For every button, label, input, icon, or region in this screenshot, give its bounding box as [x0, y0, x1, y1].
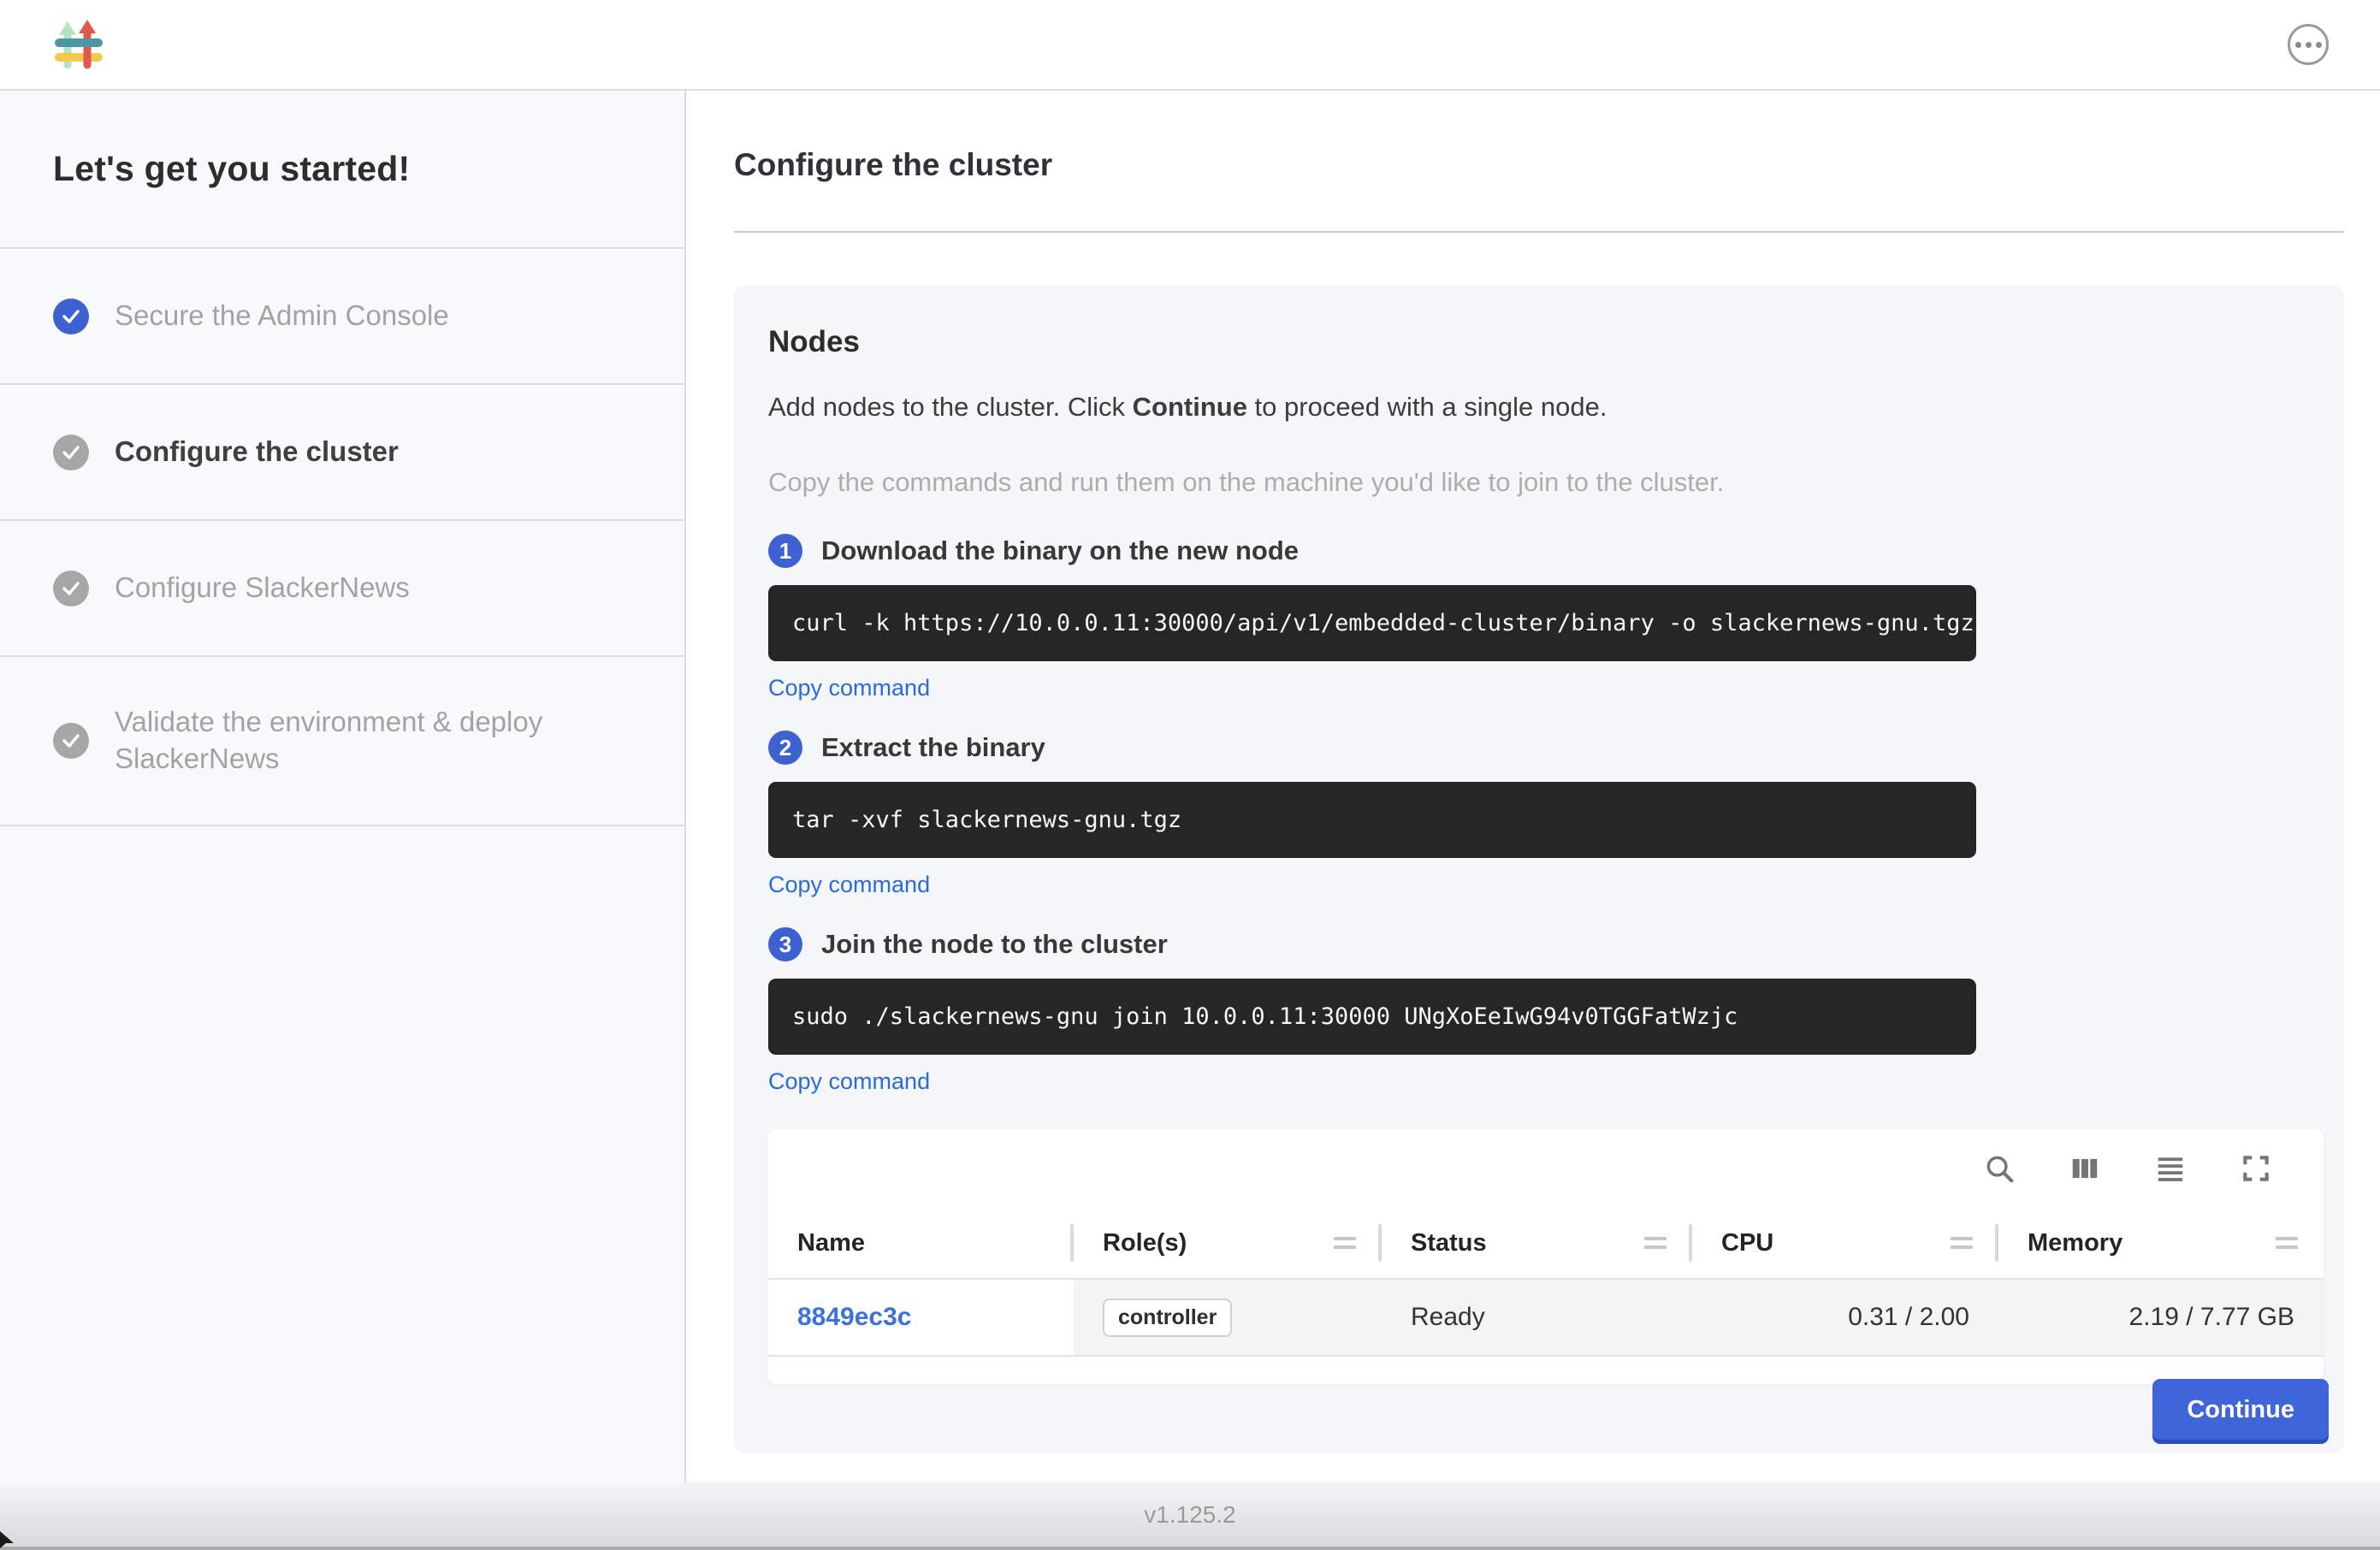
- check-circle-icon: [53, 299, 89, 334]
- content-area: Let's get you started! Secure the Admin …: [0, 91, 2380, 1482]
- command-step-2-header: 2 Extract the binary: [768, 731, 2310, 765]
- slackernews-logo-icon: [53, 19, 104, 70]
- command-box-join[interactable]: sudo ./slackernews-gnu join 10.0.0.11:30…: [768, 979, 1976, 1055]
- node-roles-cell: controller: [1074, 1280, 1382, 1355]
- command-step-title: Extract the binary: [821, 732, 1045, 763]
- step-number-badge: 3: [768, 927, 802, 961]
- sidebar-header: Let's get you started!: [0, 91, 684, 249]
- copy-command-link[interactable]: Copy command: [768, 872, 930, 898]
- status-value: Ready: [1411, 1303, 1485, 1332]
- role-chip: controller: [1103, 1299, 1232, 1337]
- nodes-intro-text: Add nodes to the cluster. Click Continue…: [768, 392, 2310, 423]
- setup-steps-sidebar: Let's get you started! Secure the Admin …: [0, 91, 686, 1482]
- column-menu-icon[interactable]: [2276, 1237, 2298, 1249]
- sidebar-item-secure-admin-console[interactable]: Secure the Admin Console: [0, 249, 684, 385]
- page-title: Configure the cluster: [734, 147, 2344, 183]
- node-memory-cell: 2.19 / 7.77 GB: [1998, 1280, 2324, 1355]
- table-row: 8849ec3c controller Ready 0.31 / 2.00 2.…: [768, 1278, 2324, 1357]
- continue-button[interactable]: Continue: [2152, 1379, 2329, 1440]
- table-footer-spacer: [768, 1357, 2324, 1384]
- column-menu-icon[interactable]: [1334, 1237, 1356, 1249]
- table-toolbar: [768, 1129, 2324, 1208]
- check-circle-icon: [53, 723, 89, 759]
- main-panel: Configure the cluster Nodes Add nodes to…: [686, 91, 2380, 1482]
- nodes-table-panel: Name Role(s) Status CPU: [768, 1129, 2324, 1384]
- column-menu-icon[interactable]: [1951, 1237, 1973, 1249]
- sidebar-item-label: Configure the cluster: [115, 434, 399, 470]
- copy-commands-hint: Copy the commands and run them on the ma…: [768, 467, 2310, 498]
- sidebar-title: Let's get you started!: [53, 149, 410, 189]
- sidebar-item-label: Configure SlackerNews: [115, 570, 410, 606]
- sidebar-item-configure-cluster[interactable]: Configure the cluster: [0, 385, 684, 521]
- column-header-name[interactable]: Name: [768, 1208, 1074, 1278]
- node-cpu-cell: 0.31 / 2.00: [1692, 1280, 1998, 1355]
- ellipsis-menu-button[interactable]: [2288, 24, 2329, 65]
- node-name-link[interactable]: 8849ec3c: [797, 1303, 911, 1332]
- copy-command-link[interactable]: Copy command: [768, 1068, 930, 1095]
- fullscreen-icon[interactable]: [2240, 1152, 2272, 1185]
- command-step-3-header: 3 Join the node to the cluster: [768, 927, 2310, 961]
- sidebar-item-label: Secure the Admin Console: [115, 298, 449, 334]
- nodes-card-title: Nodes: [768, 325, 2310, 359]
- column-menu-icon[interactable]: [1644, 1237, 1667, 1249]
- column-header-cpu[interactable]: CPU: [1692, 1208, 1998, 1278]
- search-icon[interactable]: [1983, 1152, 2016, 1185]
- check-circle-icon: [53, 435, 89, 470]
- sidebar-item-label: Validate the environment & deploy Slacke…: [115, 704, 594, 778]
- nodes-card: Nodes Add nodes to the cluster. Click Co…: [734, 286, 2344, 1453]
- memory-value: 2.19 / 7.77 GB: [2129, 1303, 2294, 1332]
- density-icon[interactable]: [2154, 1152, 2187, 1185]
- column-header-memory[interactable]: Memory: [1998, 1208, 2324, 1278]
- check-circle-icon: [53, 571, 89, 606]
- top-bar: [0, 0, 2380, 91]
- ellipsis-icon: [2295, 42, 2301, 48]
- column-header-status[interactable]: Status: [1382, 1208, 1692, 1278]
- title-divider: [734, 231, 2344, 233]
- column-header-roles[interactable]: Role(s): [1074, 1208, 1382, 1278]
- command-box-download[interactable]: curl -k https://10.0.0.11:30000/api/v1/e…: [768, 585, 1976, 661]
- command-step-1-header: 1 Download the binary on the new node: [768, 534, 2310, 568]
- sidebar-item-configure-slackernews[interactable]: Configure SlackerNews: [0, 521, 684, 657]
- columns-icon[interactable]: [2069, 1152, 2101, 1185]
- copy-command-link[interactable]: Copy command: [768, 675, 930, 701]
- node-status-cell: Ready: [1382, 1280, 1692, 1355]
- command-box-extract[interactable]: tar -xvf slackernews-gnu.tgz: [768, 782, 1976, 858]
- node-name-cell: 8849ec3c: [768, 1280, 1074, 1355]
- mouse-cursor: [0, 1531, 19, 1548]
- table-header-row: Name Role(s) Status CPU: [768, 1208, 2324, 1278]
- command-step-title: Join the node to the cluster: [821, 929, 1168, 960]
- version-label: v1.125.2: [1144, 1501, 1235, 1529]
- step-number-badge: 1: [768, 534, 802, 568]
- footer: v1.125.2: [0, 1482, 2380, 1550]
- command-step-title: Download the binary on the new node: [821, 535, 1299, 566]
- sidebar-item-validate-deploy[interactable]: Validate the environment & deploy Slacke…: [0, 657, 684, 826]
- cpu-value: 0.31 / 2.00: [1848, 1303, 1969, 1332]
- step-number-badge: 2: [768, 731, 802, 765]
